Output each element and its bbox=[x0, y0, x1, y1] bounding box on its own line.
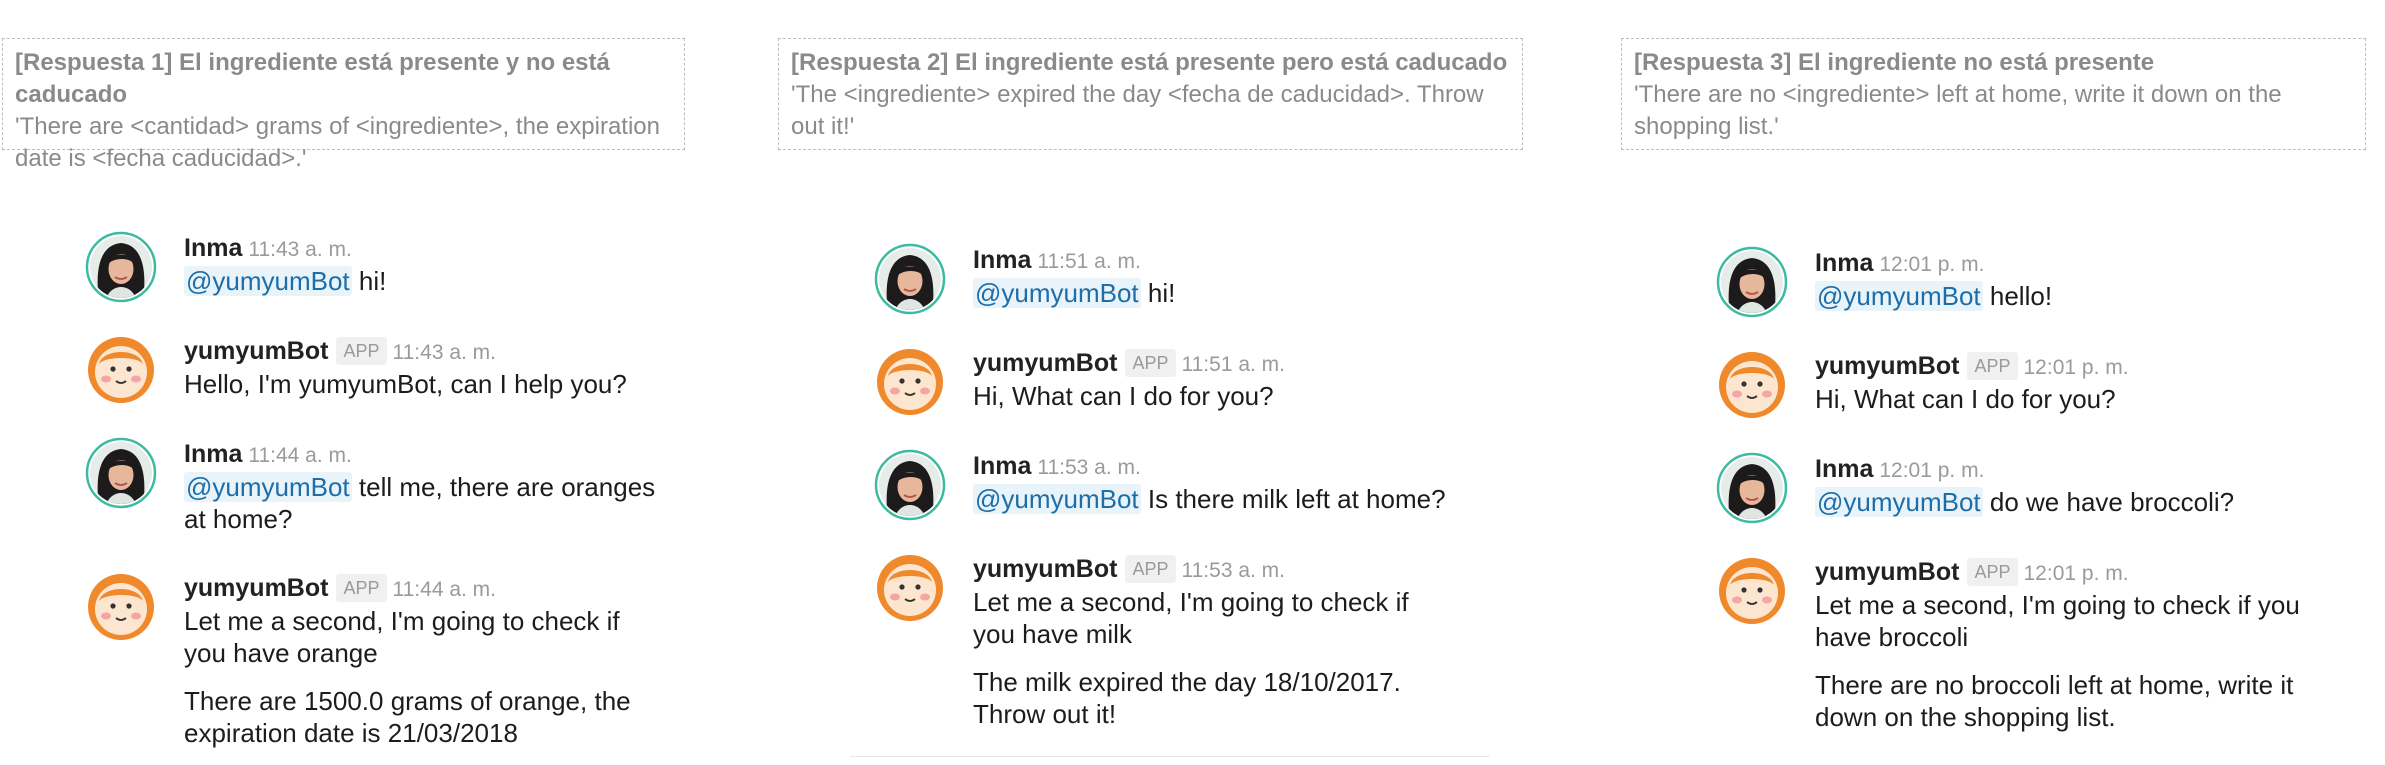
inma-avatar-icon[interactable] bbox=[874, 243, 946, 315]
message-text: @yumyumBot hi! bbox=[184, 266, 387, 296]
note-title: [Respuesta 2] El ingrediente está presen… bbox=[791, 49, 1508, 76]
response-note-3: [Respuesta 3] El ingrediente no está pre… bbox=[1621, 38, 2366, 150]
bot-avatar-icon[interactable] bbox=[874, 552, 946, 624]
app-badge: APP bbox=[1967, 352, 2018, 380]
timestamp[interactable]: 11:51 a. m. bbox=[1037, 250, 1141, 273]
mention-link[interactable]: @yumyumBot bbox=[184, 472, 352, 502]
timestamp[interactable]: 11:53 a. m. bbox=[1182, 559, 1286, 582]
app-badge: APP bbox=[336, 574, 387, 602]
sender-name[interactable]: Inma bbox=[973, 246, 1031, 274]
sender-name[interactable]: yumyumBot bbox=[973, 349, 1117, 377]
bot-avatar-icon[interactable] bbox=[85, 334, 157, 406]
bot-avatar-icon[interactable] bbox=[874, 346, 946, 418]
message-text: @yumyumBot do we have broccoli? bbox=[1815, 487, 2235, 517]
mention-link[interactable]: @yumyumBot bbox=[973, 278, 1141, 308]
inma-avatar-icon[interactable] bbox=[1716, 452, 1788, 524]
bot-avatar-icon[interactable] bbox=[1716, 349, 1788, 421]
sender-name[interactable]: Inma bbox=[184, 440, 242, 468]
message-text: @yumyumBot tell me, there are oranges at… bbox=[184, 472, 656, 534]
mention-link[interactable]: @yumyumBot bbox=[184, 266, 352, 296]
sender-name[interactable]: Inma bbox=[184, 234, 242, 262]
timestamp[interactable]: 11:44 a. m. bbox=[248, 444, 352, 467]
app-badge: APP bbox=[1125, 555, 1176, 583]
timestamp[interactable]: 11:44 a. m. bbox=[393, 578, 497, 601]
note-text: 'There are no <ingrediente> left at home… bbox=[1634, 81, 2282, 140]
timestamp[interactable]: 11:43 a. m. bbox=[393, 341, 497, 364]
message-text: @yumyumBot hello! bbox=[1815, 281, 2053, 311]
bot-avatar-icon[interactable] bbox=[1716, 555, 1788, 627]
sender-name[interactable]: Inma bbox=[973, 452, 1031, 480]
sender-name[interactable]: yumyumBot bbox=[184, 337, 328, 365]
sender-name[interactable]: yumyumBot bbox=[1815, 558, 1959, 586]
timestamp[interactable]: 11:53 a. m. bbox=[1037, 456, 1141, 479]
inma-avatar-icon[interactable] bbox=[85, 231, 157, 303]
response-note-2: [Respuesta 2] El ingrediente está presen… bbox=[778, 38, 1523, 150]
inma-avatar-icon[interactable] bbox=[1716, 246, 1788, 318]
timestamp[interactable]: 12:01 p. m. bbox=[1879, 253, 1984, 276]
message-text: Hi, What can I do for you? bbox=[973, 381, 1274, 411]
mention-link[interactable]: @yumyumBot bbox=[1815, 487, 1983, 517]
sender-name[interactable]: yumyumBot bbox=[973, 555, 1117, 583]
note-title: [Respuesta 3] El ingrediente no está pre… bbox=[1634, 49, 2155, 76]
message-text: Let me a second, I'm going to check if y… bbox=[184, 606, 620, 668]
message-text: @yumyumBot hi! bbox=[973, 278, 1176, 308]
message-text-2: The milk expired the day 18/10/2017. Thr… bbox=[973, 667, 1401, 729]
note-title: [Respuesta 1] El ingrediente está presen… bbox=[15, 49, 610, 108]
app-badge: APP bbox=[1125, 349, 1176, 377]
message-text: Hello, I'm yumyumBot, can I help you? bbox=[184, 369, 627, 399]
app-badge: APP bbox=[1967, 558, 2018, 586]
sender-name[interactable]: yumyumBot bbox=[184, 574, 328, 602]
message-text: @yumyumBot Is there milk left at home? bbox=[973, 484, 1446, 514]
sender-name[interactable]: Inma bbox=[1815, 455, 1873, 483]
timestamp[interactable]: 11:51 a. m. bbox=[1182, 353, 1286, 376]
bot-avatar-icon[interactable] bbox=[85, 571, 157, 643]
timestamp[interactable]: 12:01 p. m. bbox=[1879, 459, 1984, 482]
mention-link[interactable]: @yumyumBot bbox=[973, 484, 1141, 514]
message-text: Let me a second, I'm going to check if y… bbox=[973, 587, 1409, 649]
timestamp[interactable]: 12:01 p. m. bbox=[2024, 562, 2129, 585]
inma-avatar-icon[interactable] bbox=[874, 449, 946, 521]
response-note-1: [Respuesta 1] El ingrediente está presen… bbox=[2, 38, 685, 172]
app-badge: APP bbox=[336, 337, 387, 365]
timestamp[interactable]: 12:01 p. m. bbox=[2024, 356, 2129, 379]
message-text: Let me a second, I'm going to check if y… bbox=[1815, 590, 2300, 652]
timestamp[interactable]: 11:43 a. m. bbox=[248, 238, 352, 261]
inma-avatar-icon[interactable] bbox=[85, 437, 157, 509]
sender-name[interactable]: Inma bbox=[1815, 249, 1873, 277]
sender-name[interactable]: yumyumBot bbox=[1815, 352, 1959, 380]
divider bbox=[850, 756, 1490, 757]
message-text-2: There are no broccoli left at home, writ… bbox=[1815, 670, 2294, 732]
message-text: Hi, What can I do for you? bbox=[1815, 384, 2116, 414]
note-text: 'There are <cantidad> grams of <ingredie… bbox=[15, 113, 660, 172]
note-text: 'The <ingrediente> expired the day <fech… bbox=[791, 81, 1484, 140]
message-text-2: There are 1500.0 grams of orange, the ex… bbox=[184, 686, 631, 748]
mention-link[interactable]: @yumyumBot bbox=[1815, 281, 1983, 311]
